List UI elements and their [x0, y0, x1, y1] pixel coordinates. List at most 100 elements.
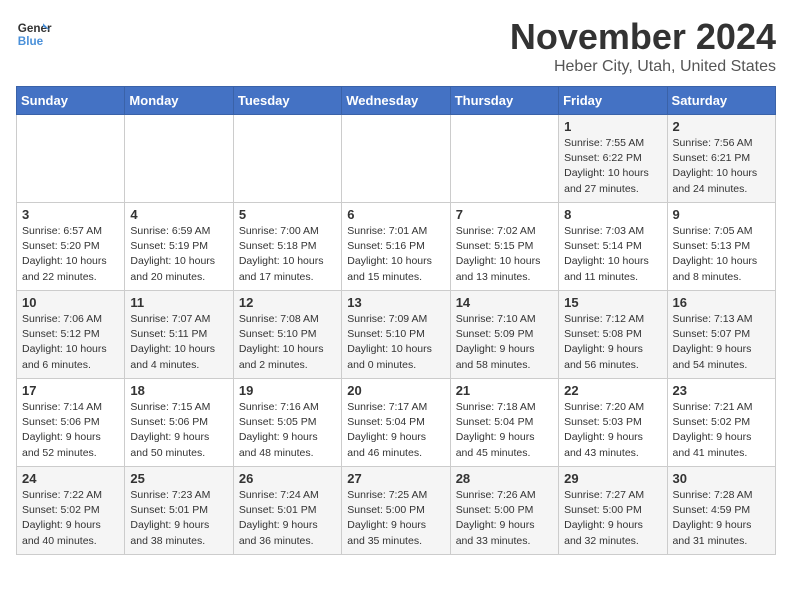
day-info: Sunrise: 7:05 AM Sunset: 5:13 PM Dayligh…: [673, 224, 770, 285]
calendar-cell: [17, 115, 125, 203]
day-number: 7: [456, 207, 553, 222]
weekday-header-tuesday: Tuesday: [233, 87, 341, 115]
day-number: 20: [347, 383, 444, 398]
calendar-cell: 17 Sunrise: 7:14 AM Sunset: 5:06 PM Dayli…: [17, 379, 125, 467]
day-number: 12: [239, 295, 336, 310]
day-number: 30: [673, 471, 770, 486]
weekday-header-row: SundayMondayTuesdayWednesdayThursdayFrid…: [17, 87, 776, 115]
day-number: 6: [347, 207, 444, 222]
day-info: Sunrise: 7:17 AM Sunset: 5:04 PM Dayligh…: [347, 400, 444, 461]
weekday-header-monday: Monday: [125, 87, 233, 115]
day-info: Sunrise: 7:01 AM Sunset: 5:16 PM Dayligh…: [347, 224, 444, 285]
weekday-header-saturday: Saturday: [667, 87, 775, 115]
week-row-2: 10 Sunrise: 7:06 AM Sunset: 5:12 PM Dayli…: [17, 291, 776, 379]
day-number: 21: [456, 383, 553, 398]
day-info: Sunrise: 7:13 AM Sunset: 5:07 PM Dayligh…: [673, 312, 770, 373]
day-info: Sunrise: 7:10 AM Sunset: 5:09 PM Dayligh…: [456, 312, 553, 373]
header: General Blue November 2024 Heber City, U…: [16, 16, 776, 76]
day-number: 28: [456, 471, 553, 486]
calendar-cell: 10 Sunrise: 7:06 AM Sunset: 5:12 PM Dayli…: [17, 291, 125, 379]
day-info: Sunrise: 6:57 AM Sunset: 5:20 PM Dayligh…: [22, 224, 119, 285]
day-number: 15: [564, 295, 661, 310]
day-info: Sunrise: 7:12 AM Sunset: 5:08 PM Dayligh…: [564, 312, 661, 373]
day-number: 13: [347, 295, 444, 310]
month-title: November 2024: [510, 16, 776, 58]
calendar-cell: 16 Sunrise: 7:13 AM Sunset: 5:07 PM Dayli…: [667, 291, 775, 379]
day-info: Sunrise: 7:00 AM Sunset: 5:18 PM Dayligh…: [239, 224, 336, 285]
day-info: Sunrise: 7:07 AM Sunset: 5:11 PM Dayligh…: [130, 312, 227, 373]
day-number: 5: [239, 207, 336, 222]
day-number: 11: [130, 295, 227, 310]
week-row-3: 17 Sunrise: 7:14 AM Sunset: 5:06 PM Dayli…: [17, 379, 776, 467]
calendar-cell: 26Sunrise: 7:24 AM Sunset: 5:01 PM Dayli…: [233, 467, 341, 555]
day-info: Sunrise: 7:16 AM Sunset: 5:05 PM Dayligh…: [239, 400, 336, 461]
calendar-table: SundayMondayTuesdayWednesdayThursdayFrid…: [16, 86, 776, 555]
day-number: 14: [456, 295, 553, 310]
day-info: Sunrise: 7:24 AM Sunset: 5:01 PM Dayligh…: [239, 488, 336, 549]
day-number: 22: [564, 383, 661, 398]
calendar-cell: 19 Sunrise: 7:16 AM Sunset: 5:05 PM Dayli…: [233, 379, 341, 467]
calendar-cell: [125, 115, 233, 203]
calendar-cell: 28 Sunrise: 7:26 AM Sunset: 5:00 PM Dayli…: [450, 467, 558, 555]
calendar-cell: 1Sunrise: 7:55 AM Sunset: 6:22 PM Daylig…: [559, 115, 667, 203]
calendar-cell: 3 Sunrise: 6:57 AM Sunset: 5:20 PM Daylig…: [17, 203, 125, 291]
logo-icon: General Blue: [16, 16, 52, 52]
calendar-cell: [233, 115, 341, 203]
calendar-cell: 22 Sunrise: 7:20 AM Sunset: 5:03 PM Dayli…: [559, 379, 667, 467]
day-info: Sunrise: 7:23 AM Sunset: 5:01 PM Dayligh…: [130, 488, 227, 549]
day-info: Sunrise: 7:27 AM Sunset: 5:00 PM Dayligh…: [564, 488, 661, 549]
day-number: 18: [130, 383, 227, 398]
calendar-cell: 14 Sunrise: 7:10 AM Sunset: 5:09 PM Dayli…: [450, 291, 558, 379]
calendar-cell: 15 Sunrise: 7:12 AM Sunset: 5:08 PM Dayli…: [559, 291, 667, 379]
calendar-cell: 29Sunrise: 7:27 AM Sunset: 5:00 PM Dayli…: [559, 467, 667, 555]
week-row-0: 1Sunrise: 7:55 AM Sunset: 6:22 PM Daylig…: [17, 115, 776, 203]
day-info: Sunrise: 7:14 AM Sunset: 5:06 PM Dayligh…: [22, 400, 119, 461]
weekday-header-wednesday: Wednesday: [342, 87, 450, 115]
day-info: Sunrise: 7:15 AM Sunset: 5:06 PM Dayligh…: [130, 400, 227, 461]
day-number: 19: [239, 383, 336, 398]
calendar-cell: 23 Sunrise: 7:21 AM Sunset: 5:02 PM Dayli…: [667, 379, 775, 467]
day-info: Sunrise: 7:03 AM Sunset: 5:14 PM Dayligh…: [564, 224, 661, 285]
svg-text:Blue: Blue: [18, 35, 44, 48]
day-number: 24: [22, 471, 119, 486]
weekday-header-thursday: Thursday: [450, 87, 558, 115]
day-number: 17: [22, 383, 119, 398]
day-info: Sunrise: 7:26 AM Sunset: 5:00 PM Dayligh…: [456, 488, 553, 549]
day-number: 3: [22, 207, 119, 222]
week-row-4: 24 Sunrise: 7:22 AM Sunset: 5:02 PM Dayli…: [17, 467, 776, 555]
day-number: 9: [673, 207, 770, 222]
day-number: 1: [564, 119, 661, 134]
calendar-cell: 4Sunrise: 6:59 AM Sunset: 5:19 PM Daylig…: [125, 203, 233, 291]
day-info: Sunrise: 7:22 AM Sunset: 5:02 PM Dayligh…: [22, 488, 119, 549]
day-number: 16: [673, 295, 770, 310]
calendar-cell: 21 Sunrise: 7:18 AM Sunset: 5:04 PM Dayli…: [450, 379, 558, 467]
location-title: Heber City, Utah, United States: [510, 58, 776, 76]
calendar-cell: 8Sunrise: 7:03 AM Sunset: 5:14 PM Daylig…: [559, 203, 667, 291]
calendar-cell: 9 Sunrise: 7:05 AM Sunset: 5:13 PM Daylig…: [667, 203, 775, 291]
day-info: Sunrise: 7:08 AM Sunset: 5:10 PM Dayligh…: [239, 312, 336, 373]
day-number: 25: [130, 471, 227, 486]
calendar-cell: 27Sunrise: 7:25 AM Sunset: 5:00 PM Dayli…: [342, 467, 450, 555]
day-info: Sunrise: 7:21 AM Sunset: 5:02 PM Dayligh…: [673, 400, 770, 461]
day-info: Sunrise: 7:20 AM Sunset: 5:03 PM Dayligh…: [564, 400, 661, 461]
calendar-cell: 18 Sunrise: 7:15 AM Sunset: 5:06 PM Dayli…: [125, 379, 233, 467]
day-info: Sunrise: 7:06 AM Sunset: 5:12 PM Dayligh…: [22, 312, 119, 373]
calendar-cell: 13Sunrise: 7:09 AM Sunset: 5:10 PM Dayli…: [342, 291, 450, 379]
title-section: November 2024 Heber City, Utah, United S…: [510, 16, 776, 76]
day-number: 10: [22, 295, 119, 310]
calendar-cell: 6 Sunrise: 7:01 AM Sunset: 5:16 PM Daylig…: [342, 203, 450, 291]
day-number: 23: [673, 383, 770, 398]
day-info: Sunrise: 7:28 AM Sunset: 4:59 PM Dayligh…: [673, 488, 770, 549]
weekday-header-sunday: Sunday: [17, 87, 125, 115]
day-info: Sunrise: 7:02 AM Sunset: 5:15 PM Dayligh…: [456, 224, 553, 285]
calendar-cell: 25 Sunrise: 7:23 AM Sunset: 5:01 PM Dayli…: [125, 467, 233, 555]
logo: General Blue: [16, 16, 52, 52]
day-info: Sunrise: 7:56 AM Sunset: 6:21 PM Dayligh…: [673, 136, 770, 197]
week-row-1: 3 Sunrise: 6:57 AM Sunset: 5:20 PM Daylig…: [17, 203, 776, 291]
day-info: Sunrise: 7:18 AM Sunset: 5:04 PM Dayligh…: [456, 400, 553, 461]
calendar-cell: 2Sunrise: 7:56 AM Sunset: 6:21 PM Daylig…: [667, 115, 775, 203]
day-info: Sunrise: 7:25 AM Sunset: 5:00 PM Dayligh…: [347, 488, 444, 549]
calendar-cell: 24 Sunrise: 7:22 AM Sunset: 5:02 PM Dayli…: [17, 467, 125, 555]
calendar-cell: [450, 115, 558, 203]
day-number: 4: [130, 207, 227, 222]
